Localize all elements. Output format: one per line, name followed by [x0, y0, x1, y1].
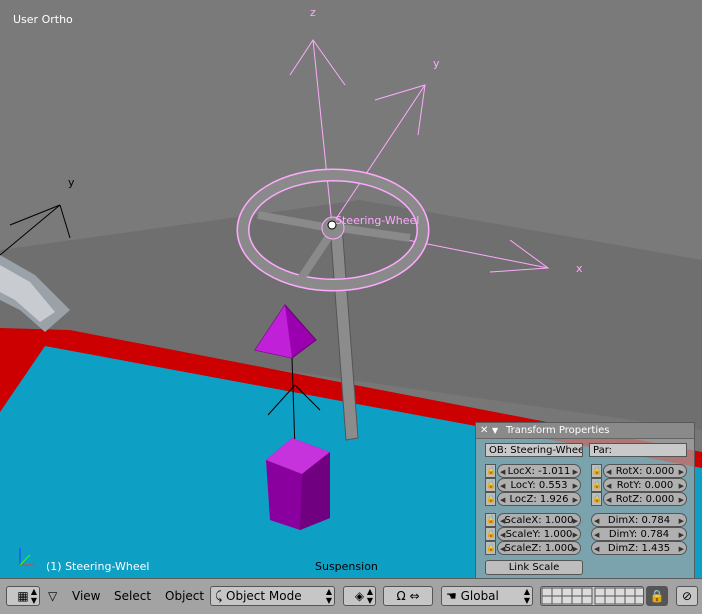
- lock-icon[interactable]: 🔒: [485, 492, 496, 506]
- rot-x-field[interactable]: ◀ RotX: 0.000 ▶: [603, 464, 687, 478]
- axis-x-label: x: [576, 262, 583, 275]
- active-object-info: (1) Steering-Wheel: [46, 560, 150, 573]
- scale-x-field[interactable]: ◀ ScaleX: 1.000 ▶: [497, 513, 581, 527]
- rot-z-field[interactable]: ◀ RotZ: 0.000 ▶: [603, 492, 687, 506]
- lock-layers-icon[interactable]: 🔒: [646, 586, 668, 606]
- pivot-selector[interactable]: Ω ⇔: [383, 586, 433, 606]
- snap-icon: ⇔: [409, 589, 420, 603]
- lock-icon[interactable]: 🔒: [591, 478, 602, 492]
- updown-arrows-icon: ▲ ▼: [523, 587, 530, 605]
- panel-header[interactable]: ✕ ▼ Transform Properties: [476, 423, 694, 439]
- footer-scene-label: Suspension: [315, 560, 378, 573]
- close-icon[interactable]: ✕: [480, 423, 492, 438]
- collapse-triangle-icon[interactable]: ▼: [492, 423, 506, 438]
- dim-x-field[interactable]: ◀ DimX: 0.784 ▶: [591, 513, 687, 527]
- scale-z-field[interactable]: ◀ ScaleZ: 1.000 ▶: [497, 541, 581, 555]
- 3d-view-header: ▦ ▲ ▼ ▽ View Select Object ⤹ Object Mode ▲ ▼…: [0, 578, 702, 614]
- link-scale-button[interactable]: Link Scale: [485, 560, 583, 575]
- pivot-icon: Ω: [396, 589, 406, 603]
- object-name-label: Steering-Wheel: [335, 214, 420, 227]
- dim-y-field[interactable]: ◀ DimY: 0.784 ▶: [591, 527, 687, 541]
- updown-arrows-icon: ▲ ▼: [30, 587, 37, 605]
- mode-selector[interactable]: ⤹ Object Mode ▲ ▼: [210, 586, 335, 606]
- loc-y-field[interactable]: ◀ LocY: 0.553 ▶: [497, 478, 581, 492]
- collapse-menu-triangle-icon[interactable]: ▽: [48, 587, 57, 605]
- object-name-field[interactable]: OB: Steering-Wheel: [485, 443, 583, 457]
- draw-type-selector[interactable]: ◈ ▲ ▼: [343, 586, 376, 606]
- lock-icon[interactable]: 🔒: [485, 541, 496, 555]
- hand-icon: ☚: [446, 589, 457, 603]
- loc-x-field[interactable]: ◀ LocX: -1.011 ▶: [497, 464, 581, 478]
- select-menu[interactable]: Select: [114, 587, 151, 605]
- lock-icon[interactable]: 🔒: [485, 527, 496, 541]
- grid-icon: ▦: [17, 589, 29, 603]
- render-preview-icon[interactable]: ⊘: [676, 586, 698, 606]
- editor-type-selector[interactable]: ▦ ▲ ▼: [6, 586, 40, 606]
- lock-icon[interactable]: 🔒: [591, 492, 602, 506]
- dim-z-field[interactable]: ◀ DimZ: 1.435 ▶: [591, 541, 687, 555]
- cube-icon: ◈: [354, 589, 365, 603]
- parent-field[interactable]: Par:: [589, 443, 687, 457]
- panel-title: Transform Properties: [506, 425, 610, 436]
- view-menu[interactable]: View: [72, 587, 100, 605]
- axis-z-label: z: [310, 6, 316, 19]
- lock-icon[interactable]: 🔒: [485, 513, 496, 527]
- lock-icon[interactable]: 🔒: [485, 464, 496, 478]
- 3d-viewport[interactable]: User Ortho z y x y Steering-Wheel (1) St…: [0, 0, 702, 578]
- layer-grid-icon: [541, 587, 643, 605]
- transform-orientation-selector[interactable]: ☚ Global ▲ ▼: [441, 586, 533, 606]
- object-mode-icon: ⤹: [215, 589, 223, 603]
- transform-properties-panel[interactable]: ✕ ▼ Transform Properties OB: Steering-Whee…: [475, 422, 695, 578]
- lock-icon[interactable]: 🔒: [591, 464, 602, 478]
- lock-icon[interactable]: 🔒: [485, 478, 496, 492]
- updown-arrows-icon: ▲ ▼: [366, 587, 373, 605]
- layer-buttons[interactable]: [540, 586, 644, 606]
- rot-y-field[interactable]: ◀ RotY: 0.000 ▶: [603, 478, 687, 492]
- view-name-label: User Ortho: [13, 13, 73, 26]
- loc-z-field[interactable]: ◀ LocZ: 1.926 ▶: [497, 492, 581, 506]
- scale-y-field[interactable]: ◀ ScaleY: 1.000 ▶: [497, 527, 581, 541]
- object-menu[interactable]: Object: [165, 587, 204, 605]
- empty-axis-y-label: y: [68, 176, 75, 189]
- updown-arrows-icon: ▲ ▼: [325, 587, 332, 605]
- axis-y-label: y: [433, 57, 440, 70]
